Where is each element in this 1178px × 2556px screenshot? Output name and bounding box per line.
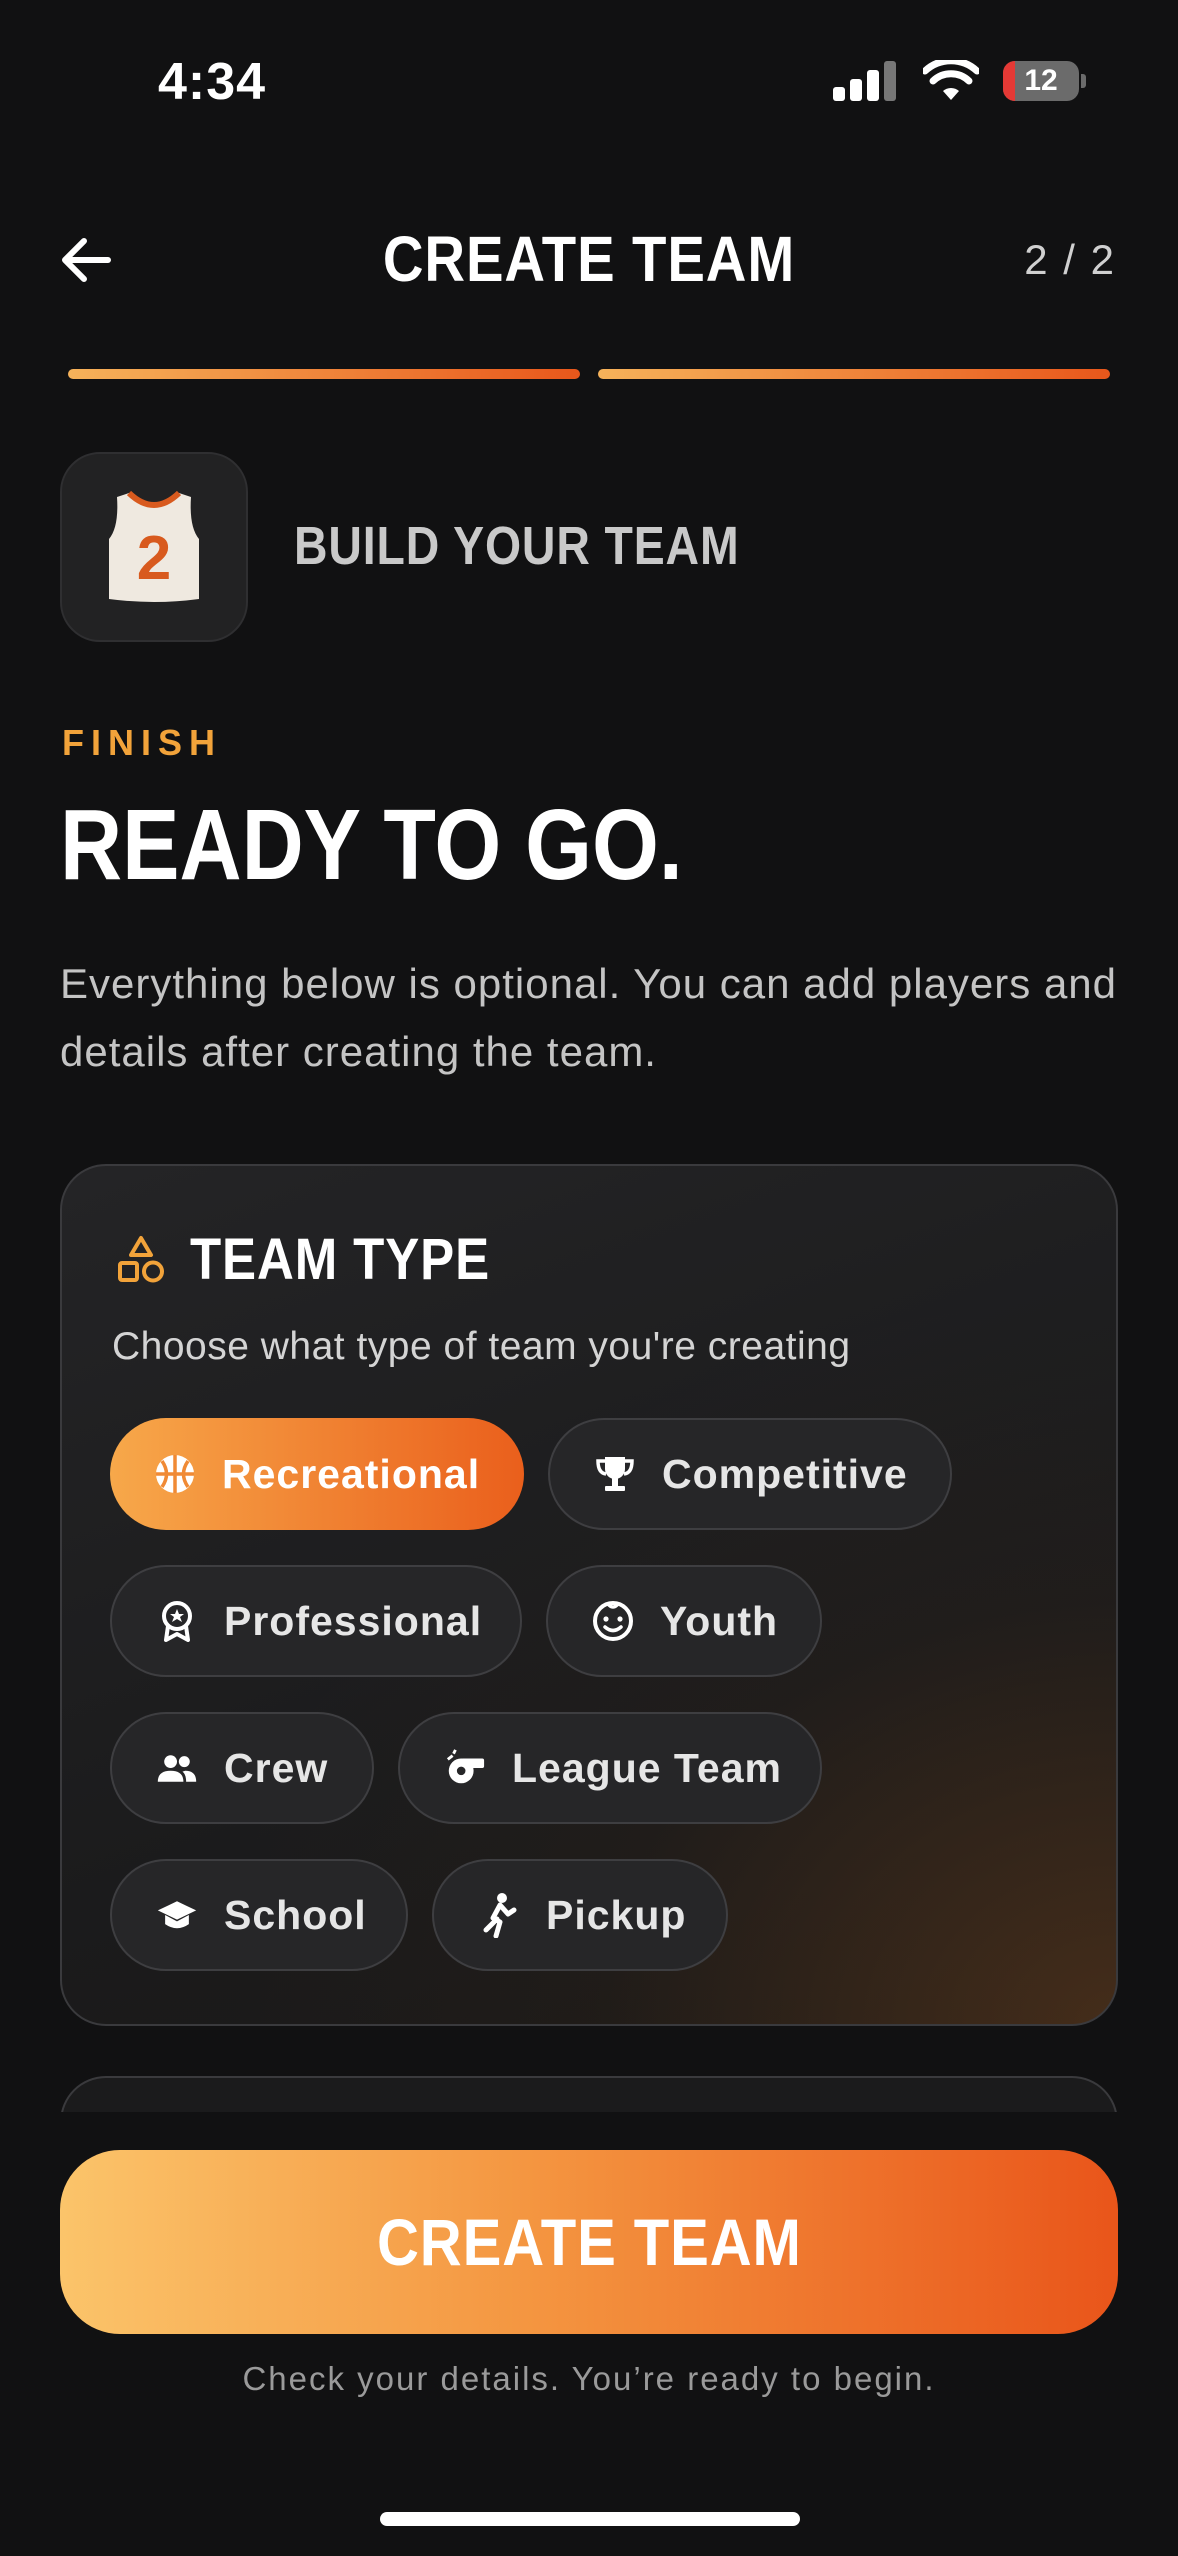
team-type-title: TEAM TYPE bbox=[190, 1227, 491, 1292]
chip-school[interactable]: School bbox=[110, 1859, 408, 1971]
headline: READY TO GO. bbox=[60, 789, 683, 901]
jersey-number: 2 bbox=[137, 524, 171, 593]
group-icon bbox=[156, 1747, 198, 1789]
chip-label: Competitive bbox=[662, 1450, 908, 1497]
eyebrow-label: FINISH bbox=[62, 722, 223, 763]
create-team-button-label: CREATE TEAM bbox=[376, 2205, 802, 2279]
step-indicator: 2 / 2 bbox=[1024, 236, 1116, 283]
chip-label: Professional bbox=[224, 1597, 483, 1644]
chip-league-team[interactable]: League Team bbox=[398, 1712, 822, 1824]
status-time: 4:34 bbox=[158, 53, 267, 111]
chip-crew[interactable]: Crew bbox=[110, 1712, 374, 1824]
progress-segment-2 bbox=[598, 369, 1110, 379]
chip-label: Youth bbox=[660, 1597, 779, 1644]
chip-label: League Team bbox=[512, 1744, 782, 1791]
chip-competitive[interactable]: Competitive bbox=[548, 1418, 952, 1530]
chip-professional[interactable]: Professional bbox=[110, 1565, 522, 1677]
status-icons: 12 bbox=[833, 60, 1086, 102]
whistle-icon bbox=[444, 1747, 486, 1789]
battery-icon: 12 bbox=[1003, 61, 1079, 101]
chip-label: School bbox=[224, 1891, 367, 1938]
battery-level: 12 bbox=[1024, 64, 1058, 97]
shapes-icon bbox=[118, 1235, 164, 1282]
chip-label: Recreational bbox=[222, 1450, 481, 1497]
wifi-icon bbox=[923, 60, 979, 100]
jersey-icon: 2 bbox=[109, 490, 199, 602]
graduation-cap-icon bbox=[156, 1894, 198, 1936]
player-icon bbox=[478, 1893, 520, 1938]
create-team-button[interactable]: CREATE TEAM bbox=[60, 2150, 1118, 2334]
award-icon bbox=[156, 1600, 198, 1642]
team-type-header: TEAM TYPE bbox=[116, 1226, 531, 1293]
footer-hint: Check your details. You’re ready to begi… bbox=[242, 2360, 936, 2397]
basketball-icon bbox=[154, 1453, 196, 1495]
home-indicator bbox=[380, 2512, 800, 2526]
chip-pickup[interactable]: Pickup bbox=[432, 1859, 728, 1971]
child-face-icon bbox=[592, 1600, 634, 1642]
chip-label: Crew bbox=[224, 1744, 329, 1791]
chip-youth[interactable]: Youth bbox=[546, 1565, 822, 1677]
progress-segment-1 bbox=[68, 369, 580, 379]
description: Everything below is optional. You can ad… bbox=[60, 960, 1118, 1075]
chip-label: Pickup bbox=[546, 1891, 687, 1938]
signal-icon bbox=[833, 61, 896, 101]
page-title: CREATE TEAM bbox=[382, 223, 796, 295]
build-heading: BUILD YOUR TEAM bbox=[294, 516, 740, 576]
team-type-subtitle: Choose what type of team you're creating bbox=[112, 1325, 851, 1368]
jersey-badge: 2 bbox=[60, 452, 248, 642]
trophy-icon bbox=[594, 1453, 636, 1495]
chip-recreational[interactable]: Recreational bbox=[110, 1418, 524, 1530]
